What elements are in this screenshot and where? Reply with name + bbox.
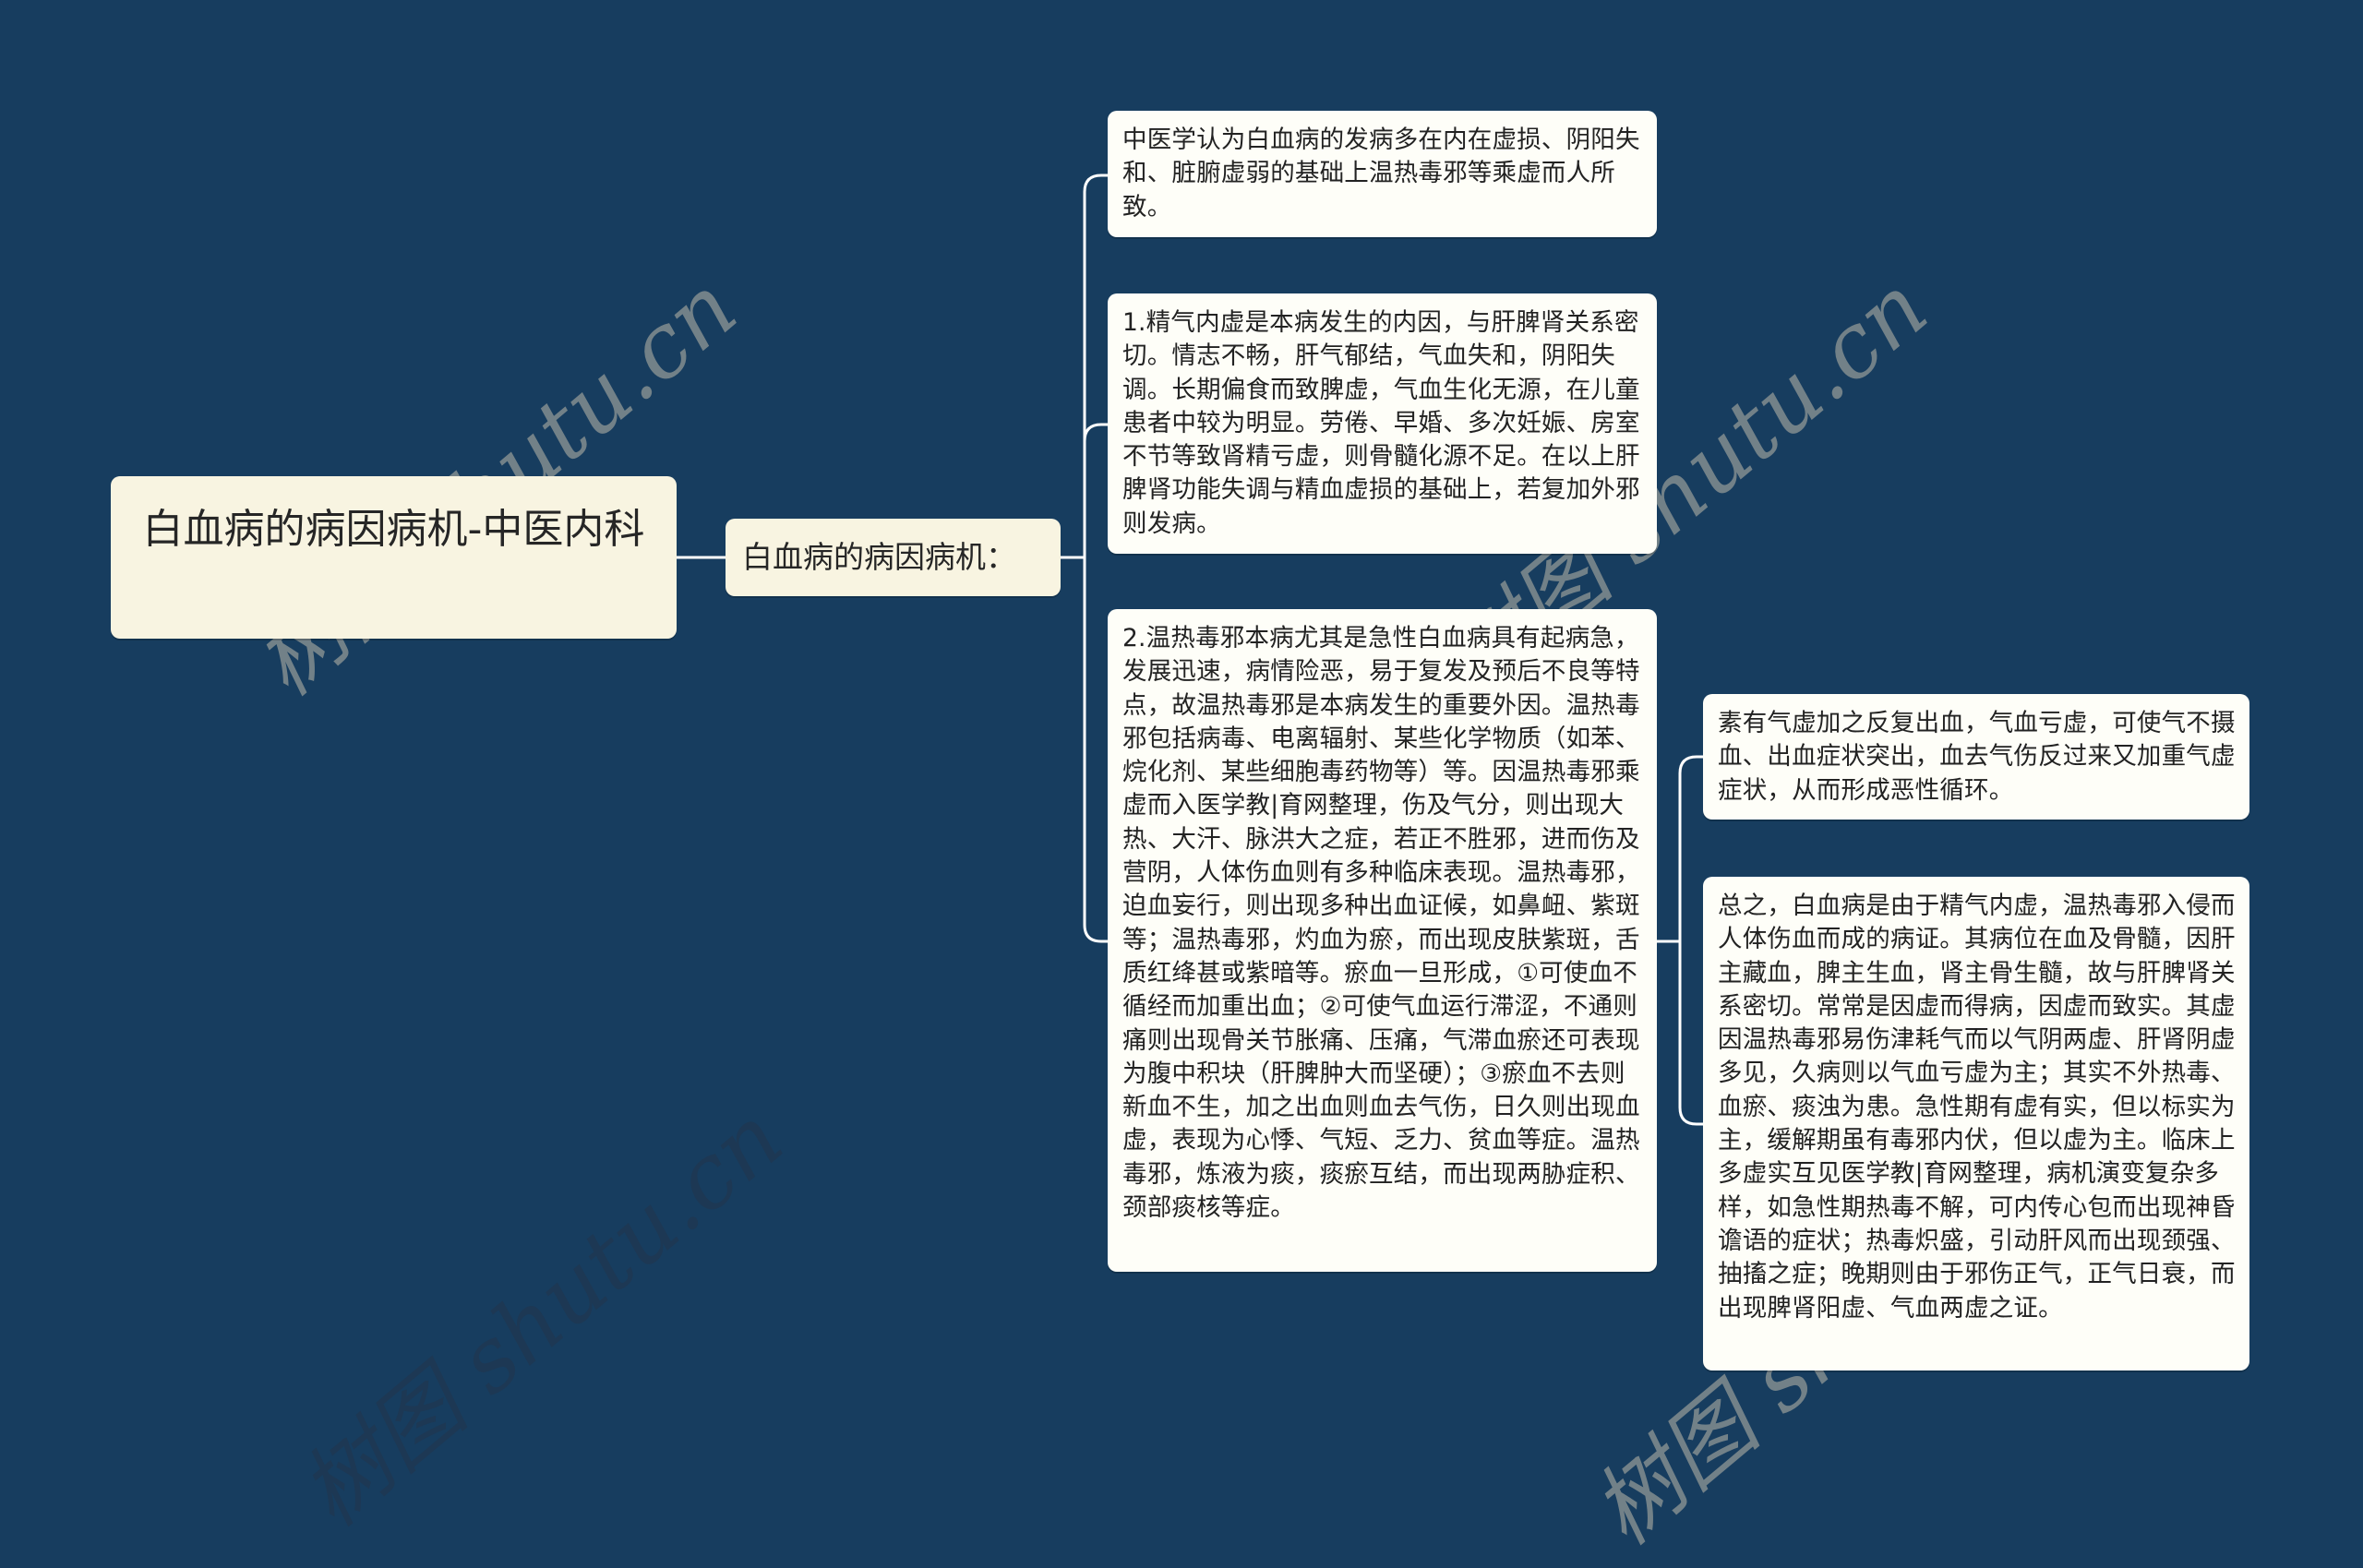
connector-spine-leaf1 [1083,174,1108,557]
leaf-node-internal-cause[interactable]: 1.精气内虚是本病发生的内因，与肝脾肾关系密切。情志不畅，肝气郁结，气血失和，阴… [1108,293,1657,554]
leaf-node-text: 2.温热毒邪本病尤其是急性白血病具有起病急，发展迅速，病情险恶，易于复发及预后不… [1122,624,1640,1223]
leaf-node-text: 总之，白血病是由于精气内虚，温热毒邪入侵而人体伤血而成的病证。其病位在血及骨髓，… [1718,892,2236,1323]
leaf-node-summary[interactable]: 总之，白血病是由于精气内虚，温热毒邪入侵而人体伤血而成的病证。其病位在血及骨髓，… [1703,877,2249,1371]
leaf-node-overview[interactable]: 中医学认为白血病的发病多在内在虚损、阴阳失和、脏腑虚弱的基础上温热毒邪等乘虚而人… [1108,111,1657,237]
connector-spine-leaf3a [1678,755,1703,941]
root-node-label: 白血病的病因病机-中医内科 [142,506,645,553]
leaf-node-external-cause[interactable]: 2.温热毒邪本病尤其是急性白血病具有起病急，发展迅速，病情险恶，易于复发及预后不… [1108,609,1657,1272]
root-node[interactable]: 白血病的病因病机-中医内科 [111,476,677,639]
connector-spine-leaf2 [1083,423,1108,557]
branch-node-label: 白血病的病因病机： [742,539,1016,575]
watermark: 树图 shutu.cn [281,1085,802,1547]
branch-node[interactable]: 白血病的病因病机： [726,519,1061,596]
leaf-node-text: 中医学认为白血病的发病多在内在虚损、阴阳失和、脏腑虚弱的基础上温热毒邪等乘虚而人… [1122,126,1640,221]
leaf-node-vicious-cycle[interactable]: 素有气虚加之反复出血，气血亏虚，可使气不摄血、出血症状突出，血去气伤反过来又加重… [1703,694,2249,820]
connector-spine-leaf3 [1083,557,1108,943]
leaf-node-text: 素有气虚加之反复出血，气血亏虚，可使气不摄血、出血症状突出，血去气伤反过来又加重… [1718,709,2236,805]
connector-spine-leaf3b [1678,941,1703,1126]
leaf-node-text: 1.精气内虚是本病发生的内因，与肝脾肾关系密切。情志不畅，肝气郁结，气血失和，阴… [1122,308,1640,538]
